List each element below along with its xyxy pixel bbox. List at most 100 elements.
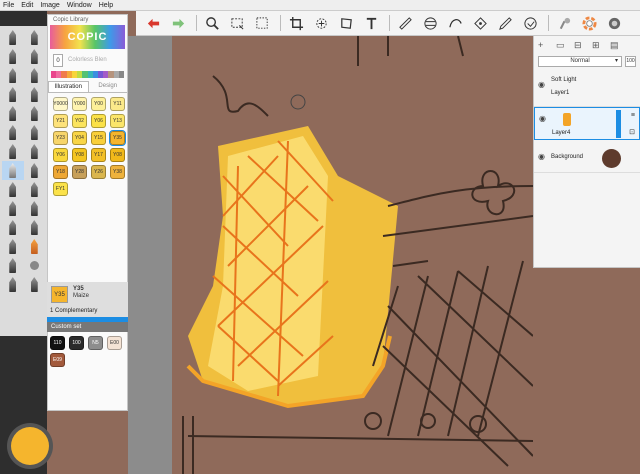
color-swatch[interactable]: Y0000 [53, 97, 68, 111]
brush-colored-pencil[interactable] [24, 237, 46, 256]
layer-menu-icon[interactable]: ▤ [610, 40, 628, 51]
color-swatch[interactable]: Y06 [53, 148, 68, 162]
color-swatch[interactable]: FY1 [53, 182, 68, 196]
brush-pen-alt[interactable] [24, 85, 46, 104]
layer-row[interactable]: ◉ Background [534, 140, 640, 173]
menu-window[interactable]: Window [67, 2, 92, 9]
puck-icon[interactable] [603, 13, 625, 33]
menu-image[interactable]: Image [40, 2, 59, 9]
color-swatch[interactable]: Y18 [53, 165, 68, 179]
brush-detail[interactable] [2, 275, 24, 294]
brush-fine-alt[interactable] [24, 218, 46, 237]
brush-felt-alt[interactable] [24, 123, 46, 142]
color-swatch[interactable]: Y13 [110, 114, 125, 128]
menu-help[interactable]: Help [99, 2, 113, 9]
color-swatch[interactable]: Y08 [110, 148, 125, 162]
custom-set-header[interactable]: Custom set [47, 322, 128, 332]
brush-liner[interactable] [2, 237, 24, 256]
brush-airbrush[interactable] [2, 104, 24, 123]
blend-mode-select[interactable]: Normal ▾ [538, 55, 622, 67]
brush-pen[interactable] [2, 85, 24, 104]
brush-pencil[interactable] [2, 28, 24, 47]
curve-icon[interactable] [444, 13, 466, 33]
brush-blender[interactable] [2, 180, 24, 199]
background-color-swatch[interactable] [602, 149, 621, 168]
color-swatch[interactable]: Y06 [91, 114, 106, 128]
menu-edit[interactable]: Edit [21, 2, 33, 9]
color-swatch[interactable]: Y38 [110, 165, 125, 179]
custom-color-swatch[interactable]: 100 [69, 336, 84, 350]
brush-blender-alt[interactable] [24, 180, 46, 199]
add-folder-icon[interactable]: ▭ [556, 40, 574, 51]
add-layer-icon[interactable]: + [538, 40, 556, 50]
color-swatch[interactable]: Y17 [91, 148, 106, 162]
color-swatch[interactable]: Y11 [110, 97, 125, 111]
custom-color-swatch[interactable]: E00 [107, 336, 122, 350]
menu-file[interactable]: File [3, 2, 14, 9]
color-swatch[interactable]: Y26 [91, 165, 106, 179]
complementary-link[interactable]: 1 Complementary [50, 308, 97, 314]
text-icon[interactable] [360, 13, 382, 33]
visibility-eye-icon[interactable]: ◉ [538, 80, 545, 89]
brush-pencil-alt[interactable] [24, 28, 46, 47]
drawing-canvas[interactable] [128, 36, 533, 474]
color-swatch[interactable]: Y02 [72, 114, 87, 128]
transform-icon[interactable] [335, 13, 357, 33]
custom-color-swatch[interactable]: E09 [50, 353, 65, 367]
select-rect-icon[interactable] [226, 13, 248, 33]
color-swatch[interactable]: Y35 [109, 130, 126, 146]
redo-icon[interactable] [167, 13, 189, 33]
tab-illustration[interactable]: Illustration [48, 81, 89, 92]
layer-lock-icon[interactable]: ≡ [631, 112, 635, 119]
visibility-eye-icon[interactable]: ◉ [539, 114, 546, 123]
brush-paint-alt[interactable] [24, 66, 46, 85]
fill-icon[interactable] [519, 13, 541, 33]
color-swatch[interactable]: Y00 [91, 97, 106, 111]
tab-design[interactable]: Design [89, 81, 128, 92]
brush-marker[interactable] [2, 47, 24, 66]
color-swatch[interactable]: Y23 [53, 131, 68, 145]
perspective-icon[interactable] [469, 13, 491, 33]
layer-row[interactable]: ◉ Soft Light Layer1 [534, 74, 640, 107]
brush-fine[interactable] [2, 218, 24, 237]
color-swatch[interactable]: Y28 [72, 165, 87, 179]
visibility-eye-icon[interactable]: ◉ [538, 152, 545, 161]
current-color-puck[interactable] [7, 423, 53, 469]
lasso-icon[interactable] [251, 13, 273, 33]
opacity-field[interactable]: 100 [625, 55, 636, 67]
zoom-icon[interactable] [201, 13, 223, 33]
brush-library-icon[interactable] [553, 13, 575, 33]
brush-airbrush-alt[interactable] [24, 104, 46, 123]
brush-copic-alt[interactable] [24, 161, 46, 180]
ruler-icon[interactable] [394, 13, 416, 33]
symmetry-icon[interactable] [419, 13, 441, 33]
color-circle-icon[interactable] [578, 13, 600, 33]
brush-felt[interactable] [2, 123, 24, 142]
brush-smudge-alt[interactable] [24, 199, 46, 218]
custom-color-swatch[interactable]: 110 [50, 336, 65, 350]
pen-icon[interactable] [494, 13, 516, 33]
brush-ink[interactable] [2, 142, 24, 161]
brush-detail-alt[interactable] [24, 275, 46, 294]
hue-strip[interactable] [51, 71, 125, 78]
brush-smudge[interactable] [2, 199, 24, 218]
brush-paint[interactable] [2, 66, 24, 85]
color-swatch[interactable]: Y15 [91, 131, 106, 145]
magic-wand-icon[interactable] [310, 13, 332, 33]
colorless-blender-row[interactable]: 0 Colorless Blen [48, 49, 127, 71]
color-swatch[interactable]: Y000 [72, 97, 87, 111]
crop-icon[interactable] [285, 13, 307, 33]
custom-color-swatch[interactable]: N5 [88, 336, 103, 350]
brush-copic-marker[interactable] [2, 161, 24, 180]
color-swatch[interactable]: Y21 [53, 114, 68, 128]
layer-properties-icon[interactable]: ⊞ [592, 40, 610, 51]
brush-texture[interactable] [24, 256, 46, 275]
brush-marker-alt[interactable] [24, 47, 46, 66]
merge-layer-icon[interactable]: ⊟ [574, 40, 592, 51]
color-swatch[interactable]: Y08 [72, 148, 87, 162]
brush-ink-alt[interactable] [24, 142, 46, 161]
layer-row-selected[interactable]: ◉ Layer4 ≡ ⊡ [534, 107, 640, 140]
layer-clip-icon[interactable]: ⊡ [629, 128, 635, 136]
brush-eraser[interactable] [2, 256, 24, 275]
undo-icon[interactable] [142, 13, 164, 33]
